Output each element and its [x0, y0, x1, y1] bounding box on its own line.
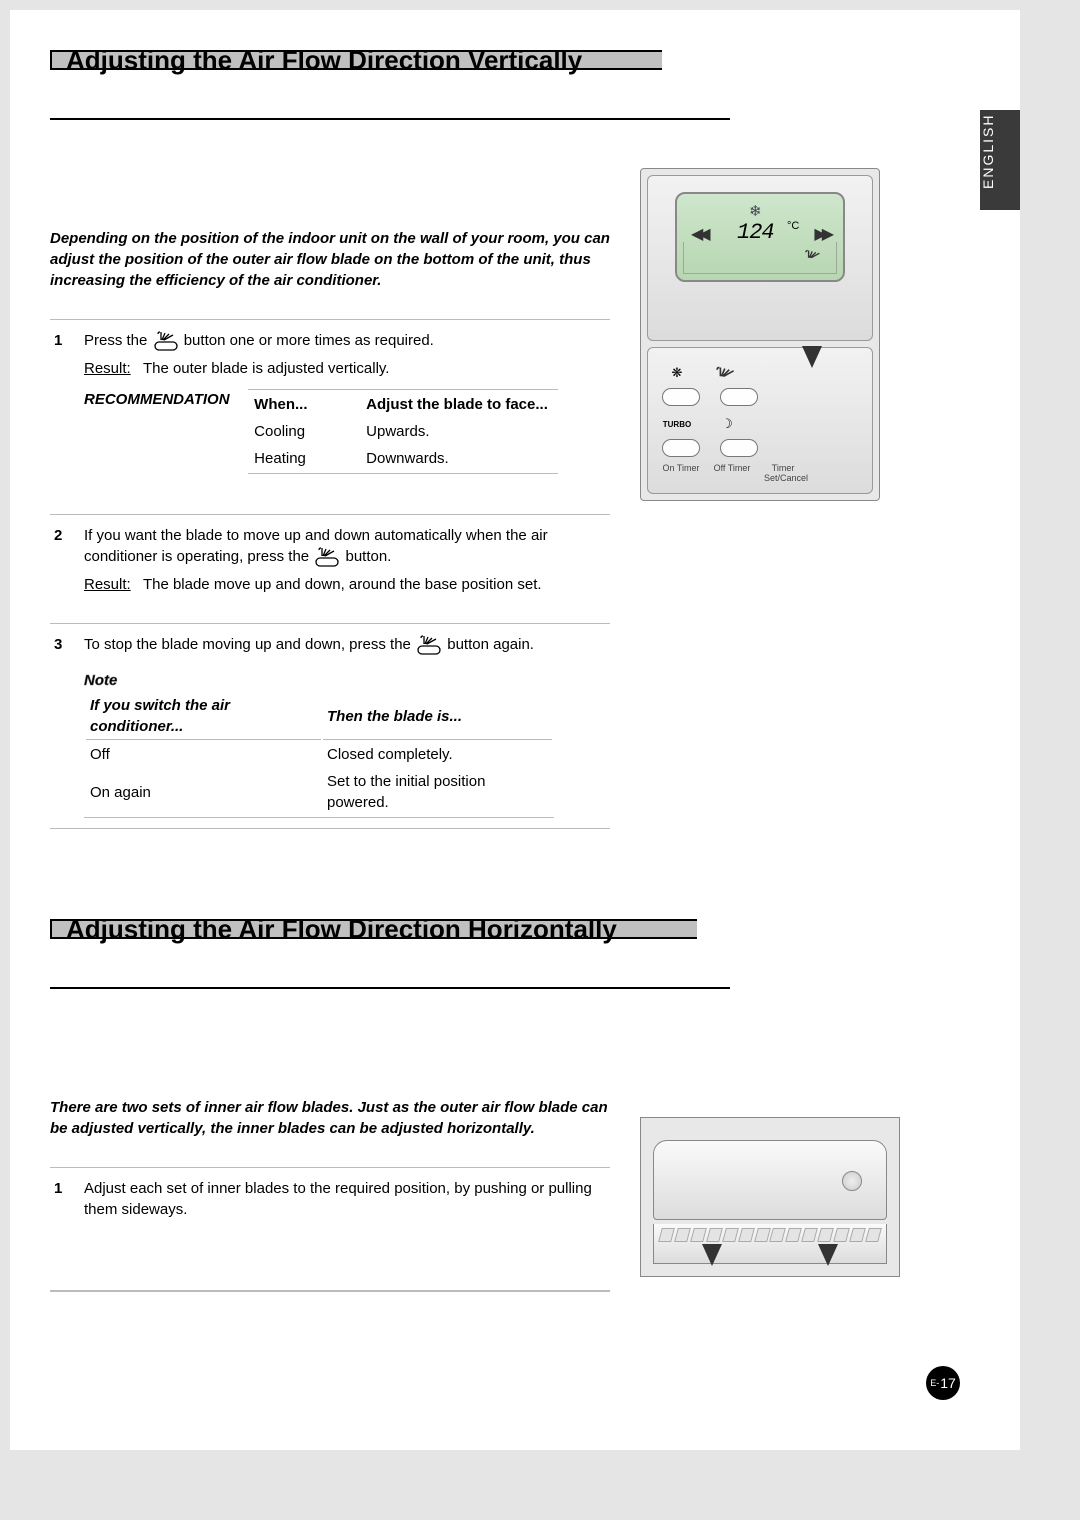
- remote-button-3: [662, 439, 700, 457]
- blade-button-icon: [313, 546, 341, 568]
- page-number: E-17: [926, 1366, 960, 1400]
- section2-title-bar: Adjusting the Air Flow Direction Horizon…: [50, 919, 730, 989]
- section2-intro: There are two sets of inner air flow bla…: [50, 1097, 610, 1139]
- recommendation-label: RECOMMENDATION: [84, 389, 244, 410]
- note-table: If you switch the air conditioner... The…: [84, 691, 554, 818]
- step1-num: 1: [50, 320, 80, 515]
- remote-button-1: [662, 388, 700, 406]
- rec-col1: When...: [250, 392, 360, 417]
- note-r2-b: Set to the initial position powered.: [323, 769, 552, 815]
- step2-result-text: The blade move up and down, around the b…: [143, 576, 542, 593]
- remote-illustration: ❄ ◀◀ 124 °C ▶▶ ❋: [640, 168, 890, 498]
- arrow-pointer-icon: [802, 346, 822, 368]
- display-unit: °C: [787, 220, 799, 232]
- right-arrows-icon: ▶▶: [814, 224, 829, 244]
- rec-col2: Adjust the blade to face...: [362, 392, 552, 417]
- turbo-label: TURBO: [662, 414, 692, 434]
- note-r1-a: Off: [86, 742, 321, 767]
- remote-button-4: [720, 439, 758, 457]
- ac-unit-illustration: [640, 1117, 900, 1292]
- s2-step1-text: Adjust each set of inner blades to the r…: [84, 1180, 592, 1218]
- timer-set-label: Timer Set/Cancel: [764, 463, 802, 483]
- note-col1: If you switch the air conditioner...: [86, 693, 321, 740]
- manual-page: ENGLISH Adjusting the Air Flow Direction…: [10, 10, 1020, 1450]
- step3-text-a: To stop the blade moving up and down, pr…: [84, 636, 411, 653]
- step1-result-label: Result:: [84, 360, 131, 377]
- section1-title: Adjusting the Air Flow Direction Vertica…: [50, 50, 662, 70]
- rec-r1-face: Upwards.: [362, 419, 552, 444]
- off-timer-label: Off Timer: [713, 463, 751, 483]
- rec-r2-face: Downwards.: [362, 446, 552, 471]
- step2-text-b: button.: [345, 548, 391, 565]
- step3-num: 3: [50, 624, 80, 829]
- s2-step1-num: 1: [50, 1168, 80, 1291]
- arrow-pointer-icon: [818, 1244, 838, 1266]
- step3-text-b: button again.: [447, 636, 534, 653]
- arrow-pointer-icon: [702, 1244, 722, 1266]
- display-blade-icon: [805, 248, 823, 267]
- note-r2-a: On again: [86, 769, 321, 815]
- note-col2: Then the blade is...: [323, 693, 552, 740]
- remote-display: ❄ ◀◀ 124 °C ▶▶: [675, 192, 845, 282]
- step2-num: 2: [50, 515, 80, 624]
- rec-r2-when: Heating: [250, 446, 360, 471]
- section2-title: Adjusting the Air Flow Direction Horizon…: [50, 919, 697, 939]
- step1-text-a: Press the: [84, 332, 147, 349]
- language-tab: ENGLISH: [980, 110, 1020, 210]
- on-timer-label: On Timer: [662, 463, 700, 483]
- step1-result-text: The outer blade is adjusted vertically.: [143, 360, 390, 377]
- note-r1-b: Closed completely.: [323, 742, 552, 767]
- section2-content: There are two sets of inner air flow bla…: [50, 1037, 980, 1292]
- remote-button-2: [720, 388, 758, 406]
- blade-button-icon: [415, 634, 443, 656]
- fan-icon: ❋: [662, 363, 692, 383]
- step2-result-label: Result:: [84, 576, 131, 593]
- section1-content: Depending on the position of the indoor …: [50, 168, 980, 829]
- recommendation-table: When... Adjust the blade to face... Cool…: [248, 389, 558, 474]
- sleep-icon: ☽: [712, 414, 742, 434]
- section1-intro: Depending on the position of the indoor …: [50, 228, 610, 291]
- section-title-bar: Adjusting the Air Flow Direction Vertica…: [50, 50, 730, 120]
- blade-button-icon: [152, 330, 180, 352]
- remote-lower-panel: ❋ TURBO ☽: [647, 347, 873, 494]
- left-arrows-icon: ◀◀: [691, 224, 706, 244]
- blade-slits: [660, 1228, 880, 1242]
- step1-text-b: button one or more times as required.: [184, 332, 434, 349]
- snowflake-icon: ❄: [749, 202, 762, 220]
- rec-r1-when: Cooling: [250, 419, 360, 444]
- note-label: Note: [84, 670, 134, 691]
- blade-small-icon: [712, 363, 742, 383]
